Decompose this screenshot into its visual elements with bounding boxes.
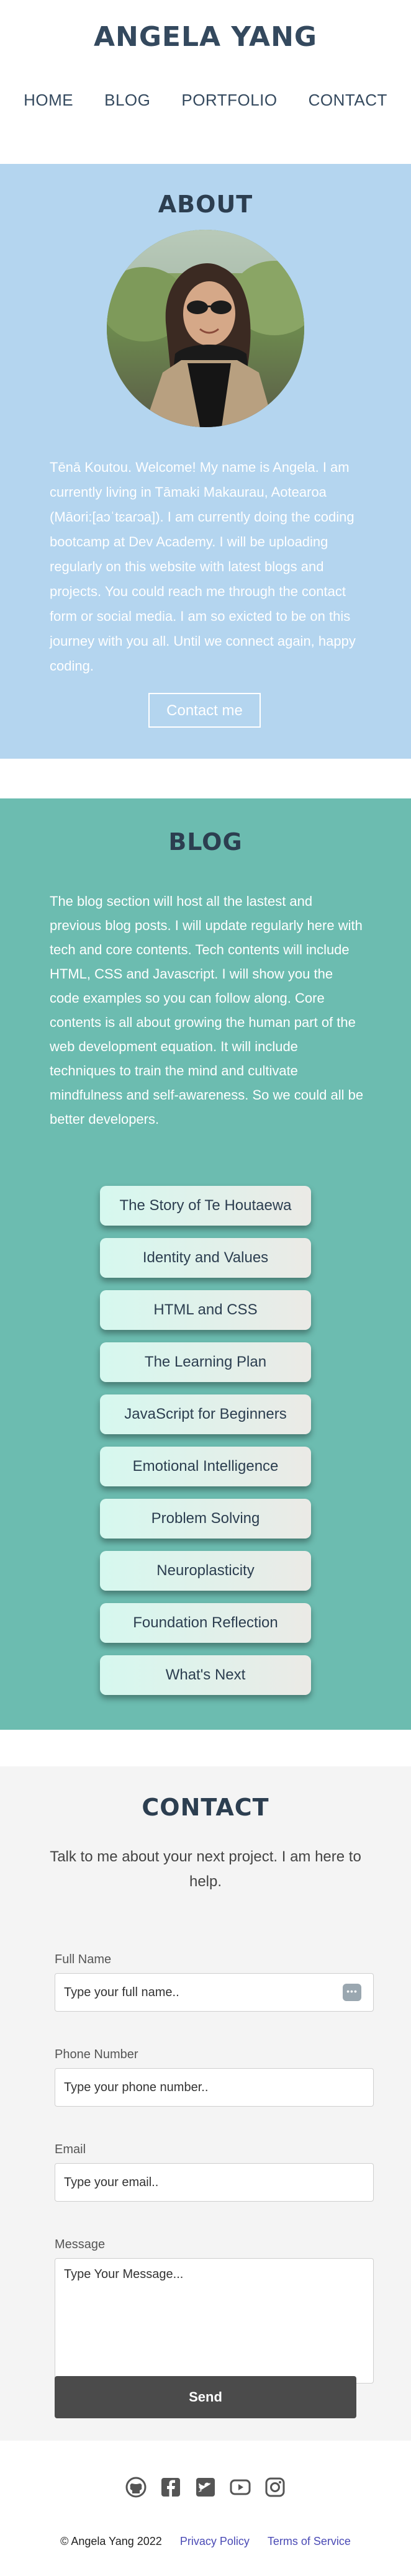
contact-section: CONTACT Talk to me about your next proje… xyxy=(0,1766,411,2441)
terms-of-service-link[interactable]: Terms of Service xyxy=(268,2535,351,2547)
youtube-icon[interactable] xyxy=(230,2477,251,2498)
blog-post-button[interactable]: JavaScript for Beginners xyxy=(100,1394,311,1434)
blog-post-list: The Story of Te Houtaewa Identity and Va… xyxy=(100,1186,311,1707)
email-label: Email xyxy=(55,2143,86,2156)
contact-me-button[interactable]: Contact me xyxy=(148,693,261,728)
full-name-input[interactable] xyxy=(55,1973,374,2012)
about-text: Tēnā Koutou. Welcome! My name is Angela.… xyxy=(50,459,356,674)
blog-title: BLOG xyxy=(168,828,243,856)
email-input[interactable] xyxy=(55,2163,374,2202)
about-section: ABOUT Tēnā Koutou. Welcome! My name is A… xyxy=(0,164,411,759)
blog-post-button[interactable]: HTML and CSS xyxy=(100,1290,311,1330)
blog-post-button[interactable]: The Story of Te Houtaewa xyxy=(100,1186,311,1226)
copyright-text: © Angela Yang 2022 xyxy=(60,2535,162,2547)
twitter-icon[interactable] xyxy=(195,2477,216,2498)
send-button[interactable]: Send xyxy=(55,2376,356,2418)
blog-post-button[interactable]: The Learning Plan xyxy=(100,1342,311,1382)
autofill-icon[interactable]: ••• xyxy=(343,1984,361,2001)
phone-input[interactable] xyxy=(55,2068,374,2107)
blog-text: The blog section will host all the laste… xyxy=(50,893,364,1127)
name-label: Full Name xyxy=(55,1953,112,1966)
section-spacer xyxy=(0,759,411,798)
phone-label: Phone Number xyxy=(55,2048,138,2061)
contact-title: CONTACT xyxy=(142,1794,269,1821)
nav-portfolio[interactable]: PORTFOLIO xyxy=(181,91,277,110)
contact-subtitle: Talk to me about your next project. I am… xyxy=(50,1848,361,1890)
message-label: Message xyxy=(55,2238,106,2251)
main-nav: HOME BLOG PORTFOLIO CONTACT xyxy=(0,91,411,110)
social-links xyxy=(0,2477,411,2498)
message-textarea[interactable] xyxy=(55,2258,374,2384)
blog-post-button[interactable]: Foundation Reflection xyxy=(100,1603,311,1643)
section-spacer xyxy=(0,1730,411,1766)
blog-post-button[interactable]: Neuroplasticity xyxy=(100,1551,311,1591)
name-field-wrap: ••• xyxy=(55,1973,374,2012)
github-icon[interactable] xyxy=(125,2477,147,2498)
instagram-icon[interactable] xyxy=(264,2477,286,2498)
blog-post-button[interactable]: Problem Solving xyxy=(100,1499,311,1539)
blog-section: BLOG The blog section will host all the … xyxy=(0,798,411,1730)
privacy-policy-link[interactable]: Privacy Policy xyxy=(180,2535,250,2547)
facebook-icon[interactable] xyxy=(160,2477,181,2498)
site-footer: © Angela Yang 2022 Privacy Policy Terms … xyxy=(0,2441,411,2576)
site-header: ANGELA YANG HOME BLOG PORTFOLIO CONTACT xyxy=(0,0,411,164)
nav-blog[interactable]: BLOG xyxy=(104,91,150,110)
nav-contact[interactable]: CONTACT xyxy=(309,91,387,110)
blog-post-button[interactable]: Emotional Intelligence xyxy=(100,1447,311,1486)
contact-form: Full Name ••• Phone Number Email Message xyxy=(55,1953,374,2384)
about-title: ABOUT xyxy=(158,191,253,218)
blog-post-button[interactable]: What's Next xyxy=(100,1655,311,1695)
blog-post-button[interactable]: Identity and Values xyxy=(100,1238,311,1278)
site-brand[interactable]: ANGELA YANG xyxy=(0,21,411,53)
footer-links: © Angela Yang 2022 Privacy Policy Terms … xyxy=(0,2535,411,2548)
avatar xyxy=(107,230,304,427)
nav-home[interactable]: HOME xyxy=(24,91,73,110)
